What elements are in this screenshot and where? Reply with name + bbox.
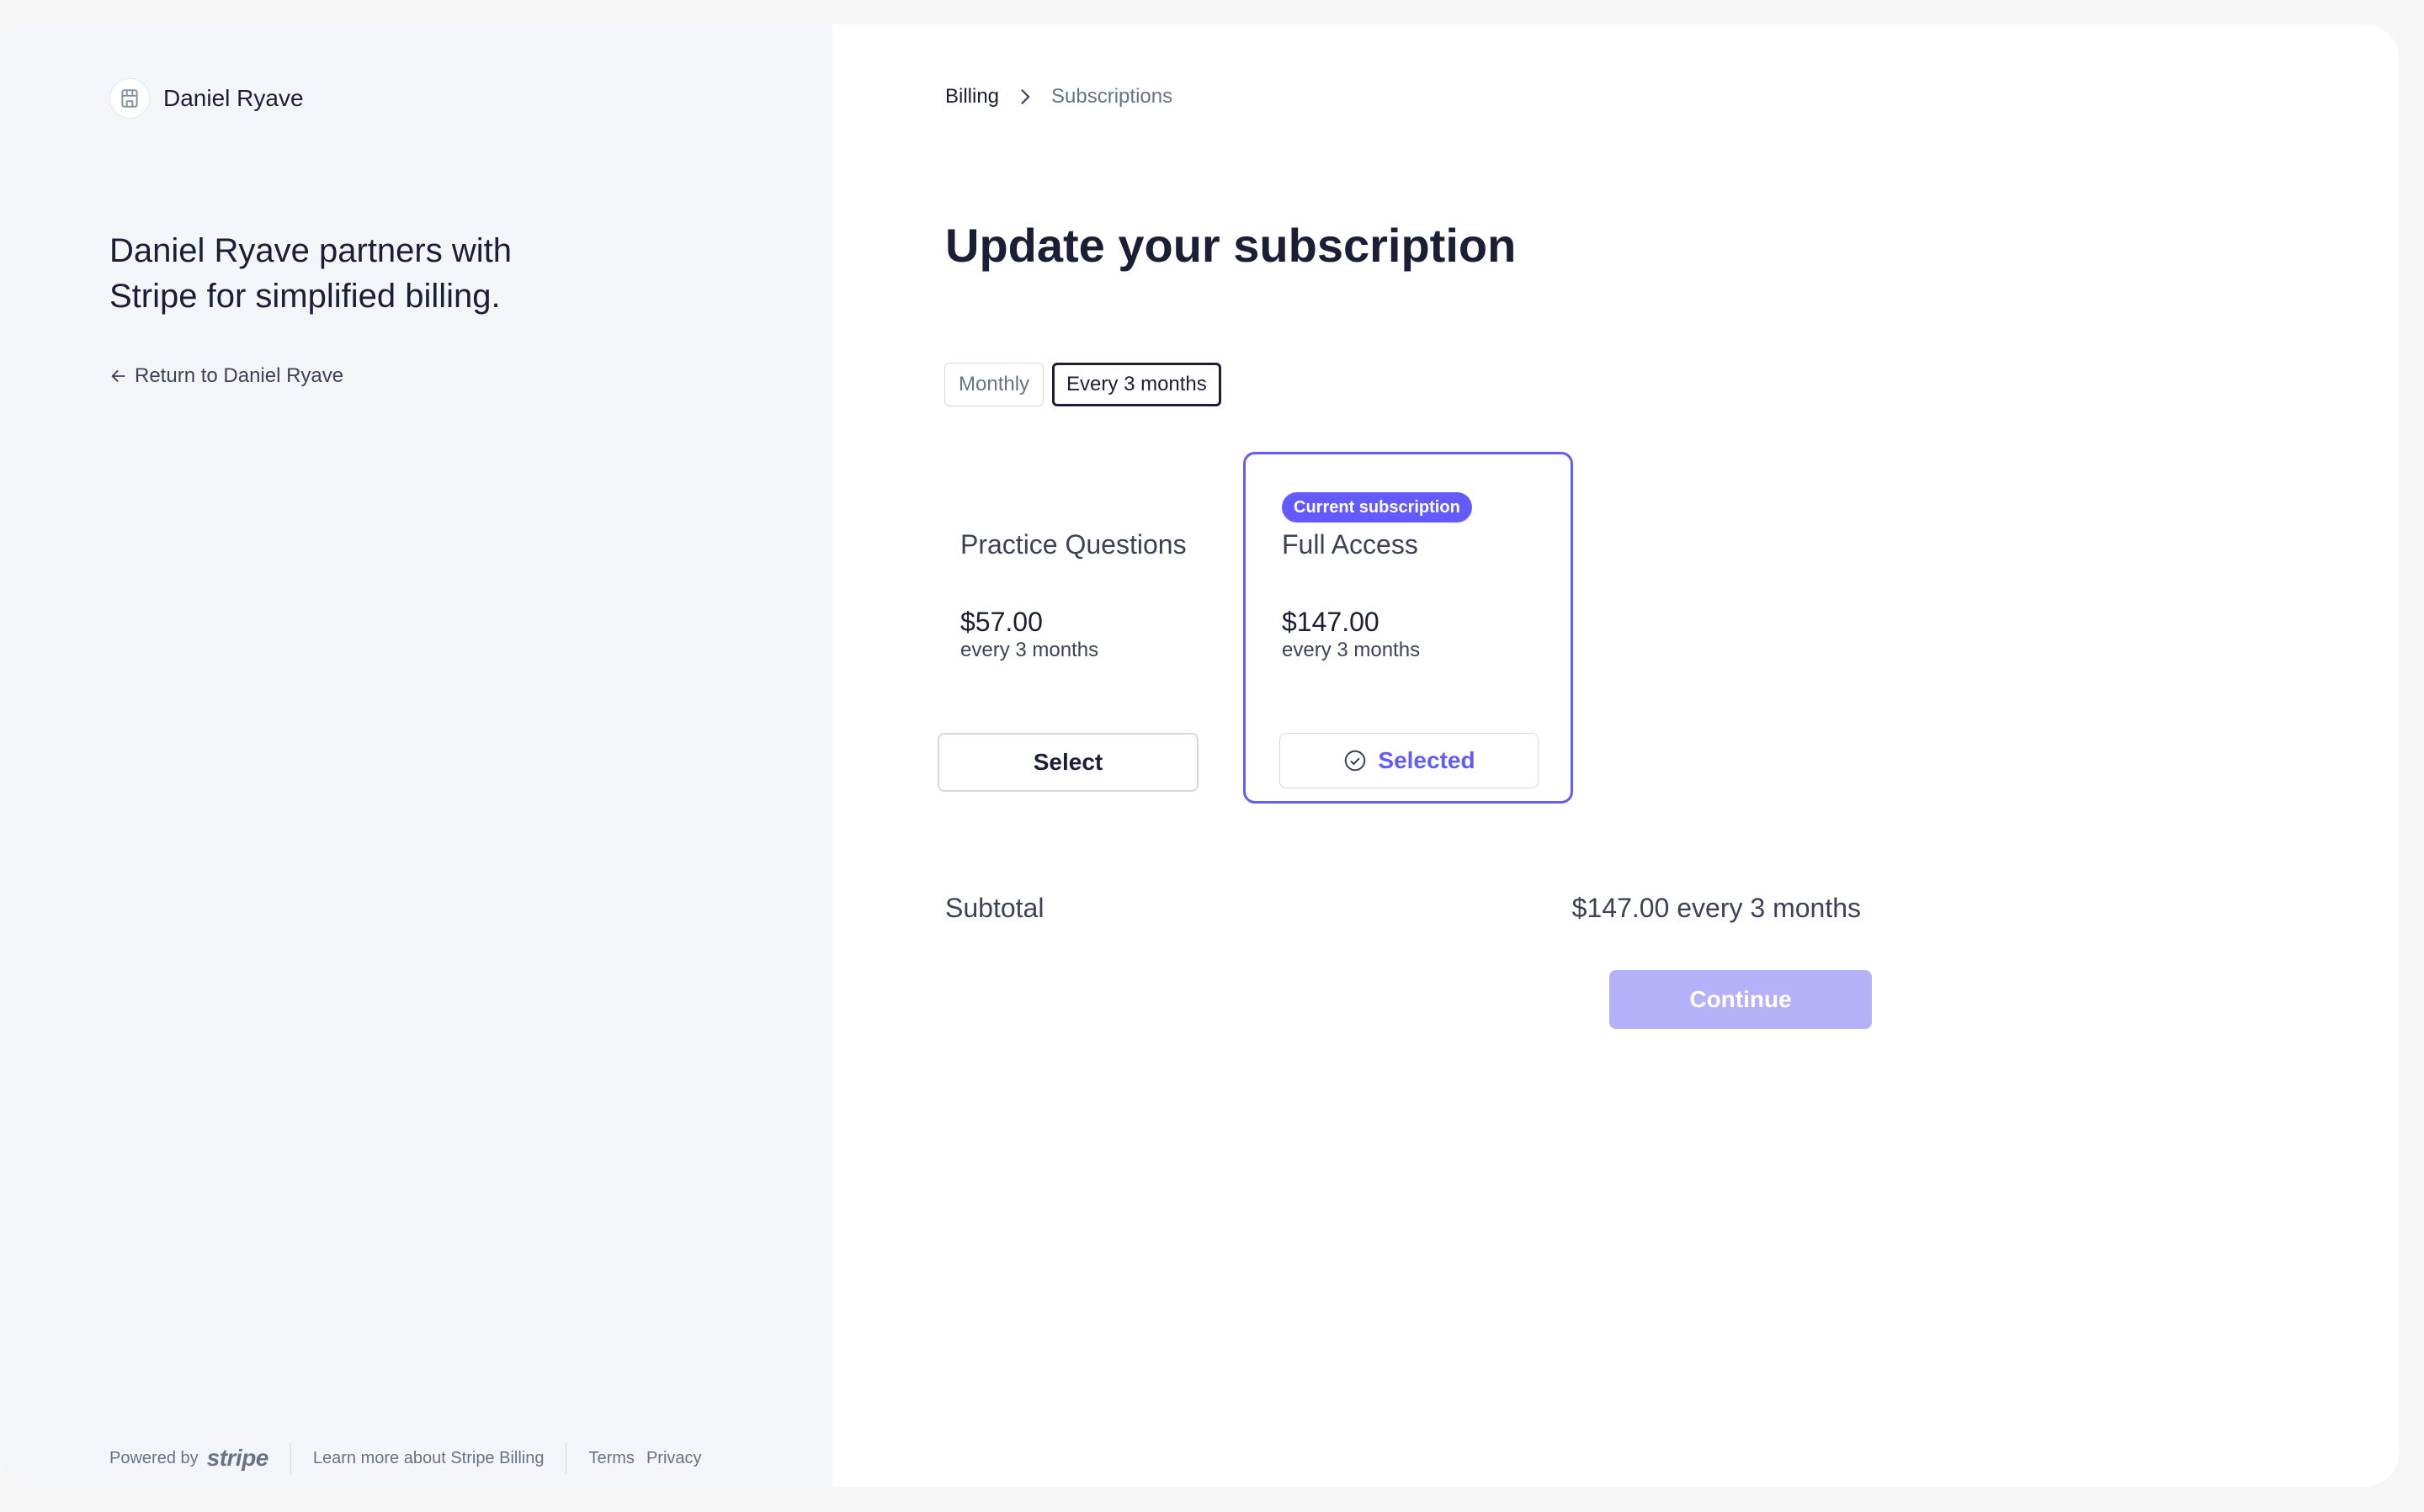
stripe-logo: stripe bbox=[206, 1445, 269, 1471]
breadcrumb-billing[interactable]: Billing bbox=[945, 85, 999, 109]
plan-name: Full Access bbox=[1282, 529, 1418, 560]
subtotal-label: Subtotal bbox=[945, 893, 1045, 923]
continue-label: Continue bbox=[1689, 986, 1792, 1012]
breadcrumb-subscriptions: Subscriptions bbox=[1051, 85, 1173, 108]
footer-divider bbox=[290, 1442, 291, 1474]
selected-plan-label: Selected bbox=[1378, 747, 1475, 773]
subscription-panel: Billing Subscriptions Update your subscr… bbox=[832, 24, 2399, 1487]
plan-card-full-access: Current subscription Full Access $147.00… bbox=[1243, 452, 1573, 804]
footer: Powered by stripe Learn more about Strip… bbox=[109, 1442, 702, 1474]
merchant-header: Daniel Ryave bbox=[109, 78, 304, 119]
page-frame: Daniel Ryave Daniel Ryave partners with … bbox=[0, 0, 2424, 1512]
plan-interval: every 3 months bbox=[960, 639, 1099, 661]
powered-by-label: Powered by bbox=[109, 1448, 199, 1467]
powered-by-stripe[interactable]: Powered by stripe bbox=[109, 1445, 268, 1472]
check-circle-icon bbox=[1345, 750, 1366, 772]
learn-more-link[interactable]: Learn more about Stripe Billing bbox=[313, 1449, 545, 1468]
footer-legal-links: Terms Privacy bbox=[588, 1449, 701, 1468]
privacy-link[interactable]: Privacy bbox=[646, 1449, 702, 1468]
arrow-left-icon bbox=[111, 369, 125, 383]
plan-name: Practice Questions bbox=[960, 529, 1187, 560]
chevron-right-icon bbox=[1021, 88, 1030, 105]
continue-button[interactable]: Continue bbox=[1609, 970, 1872, 1029]
return-link-label: Return to Daniel Ryave bbox=[135, 364, 344, 387]
interval-monthly-button[interactable]: Monthly bbox=[944, 363, 1045, 406]
plan-interval: every 3 months bbox=[1282, 639, 1421, 661]
select-plan-button[interactable]: Select bbox=[938, 733, 1199, 792]
merchant-name: Daniel Ryave bbox=[163, 85, 304, 111]
page-title: Update your subscription bbox=[945, 219, 1517, 272]
terms-link[interactable]: Terms bbox=[588, 1449, 634, 1468]
subtotal-value: $147.00 every 3 months bbox=[1571, 893, 1861, 923]
selected-plan-button[interactable]: Selected bbox=[1279, 733, 1539, 788]
merchant-panel: Daniel Ryave Daniel Ryave partners with … bbox=[0, 24, 832, 1487]
storefront-icon bbox=[109, 78, 150, 119]
plan-price: $57.00 bbox=[960, 607, 1043, 637]
merchant-tagline: Daniel Ryave partners with Stripe for si… bbox=[109, 232, 512, 315]
current-subscription-badge: Current subscription bbox=[1282, 492, 1472, 523]
breadcrumb: Billing Subscriptions bbox=[945, 85, 1172, 109]
select-plan-label: Select bbox=[1033, 749, 1103, 775]
return-to-merchant-link[interactable]: Return to Daniel Ryave bbox=[109, 364, 343, 388]
billing-interval-toggle: Monthly Every 3 months bbox=[944, 363, 1221, 406]
plan-price: $147.00 bbox=[1282, 607, 1379, 637]
interval-every-3-months-button[interactable]: Every 3 months bbox=[1052, 363, 1221, 406]
plan-card-practice-questions: Practice Questions $57.00 every 3 months… bbox=[927, 452, 1257, 804]
